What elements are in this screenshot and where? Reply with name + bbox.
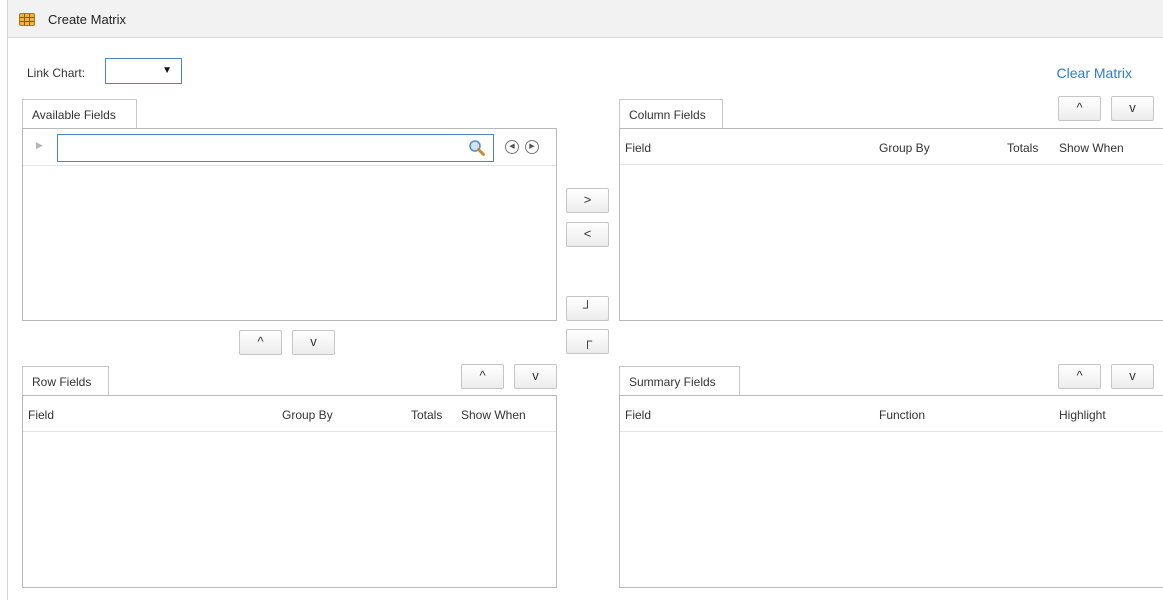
column-fields-move-up-button[interactable]: ^ — [1058, 96, 1101, 121]
dialog-title: Create Matrix — [48, 12, 127, 27]
available-fields-move-down-button[interactable]: v — [292, 330, 335, 355]
row-header-field: Field — [28, 408, 55, 422]
create-matrix-dialog: Create Matrix Link Chart: ▼ Clear Matrix… — [7, 0, 1163, 600]
summary-header-function: Function — [879, 408, 926, 422]
column-header-field: Field — [625, 141, 652, 155]
column-fields-header: Field Group By Totals Show When — [620, 129, 1163, 165]
tab-summary-fields[interactable]: Summary Fields — [619, 366, 740, 396]
column-fields-panel: Field Group By Totals Show When — [619, 128, 1163, 321]
summary-header-highlight: Highlight — [1059, 408, 1106, 422]
remove-from-column-button[interactable]: < — [566, 222, 609, 247]
available-fields-move-up-button[interactable]: ^ — [239, 330, 282, 355]
move-to-column-button[interactable]: ┌ — [566, 329, 609, 354]
link-chart-select[interactable]: ▼ — [105, 58, 182, 84]
column-header-show-when: Show When — [1059, 141, 1124, 155]
row-fields-move-up-button[interactable]: ^ — [461, 364, 504, 389]
dropdown-caret-icon: ▼ — [162, 65, 172, 76]
move-to-row-button[interactable]: ┘ — [566, 296, 609, 321]
available-fields-panel: ▶ ◀ ▶ — [22, 128, 557, 321]
tab-column-fields-label: Column Fields — [629, 108, 706, 122]
dialog-titlebar: Create Matrix — [8, 0, 1163, 38]
tab-summary-fields-label: Summary Fields — [629, 375, 716, 389]
summary-fields-move-down-button[interactable]: v — [1111, 364, 1154, 389]
tab-available-fields-label: Available Fields — [32, 108, 116, 122]
row-header-totals: Totals — [411, 408, 443, 422]
scroll-left-icon[interactable]: ◀ — [505, 140, 519, 154]
add-to-column-button[interactable]: > — [566, 188, 609, 213]
tab-available-fields[interactable]: Available Fields — [22, 99, 137, 129]
tab-row-fields[interactable]: Row Fields — [22, 366, 109, 396]
available-fields-search-row: ▶ ◀ ▶ — [23, 129, 556, 166]
column-header-totals: Totals — [1007, 141, 1039, 155]
row-fields-move-down-button[interactable]: v — [514, 364, 557, 389]
column-fields-move-down-button[interactable]: v — [1111, 96, 1154, 121]
link-chart-label: Link Chart: — [27, 66, 86, 80]
expand-arrow-icon[interactable]: ▶ — [36, 140, 43, 151]
scroll-right-icon[interactable]: ▶ — [525, 140, 539, 154]
summary-fields-panel: Field Function Highlight — [619, 395, 1163, 588]
column-header-group-by: Group By — [879, 141, 930, 155]
search-icon[interactable] — [468, 139, 486, 157]
row-fields-panel: Field Group By Totals Show When — [22, 395, 557, 588]
clear-matrix-link[interactable]: Clear Matrix — [1057, 65, 1132, 81]
tab-column-fields[interactable]: Column Fields — [619, 99, 723, 129]
row-header-show-when: Show When — [461, 408, 526, 422]
matrix-grid-icon — [19, 13, 35, 26]
summary-header-field: Field — [625, 408, 652, 422]
available-fields-search-input[interactable] — [57, 134, 494, 162]
row-header-group-by: Group By — [282, 408, 333, 422]
summary-fields-header: Field Function Highlight — [620, 396, 1163, 432]
tab-row-fields-label: Row Fields — [32, 375, 92, 389]
summary-fields-move-up-button[interactable]: ^ — [1058, 364, 1101, 389]
row-fields-header: Field Group By Totals Show When — [23, 396, 556, 432]
